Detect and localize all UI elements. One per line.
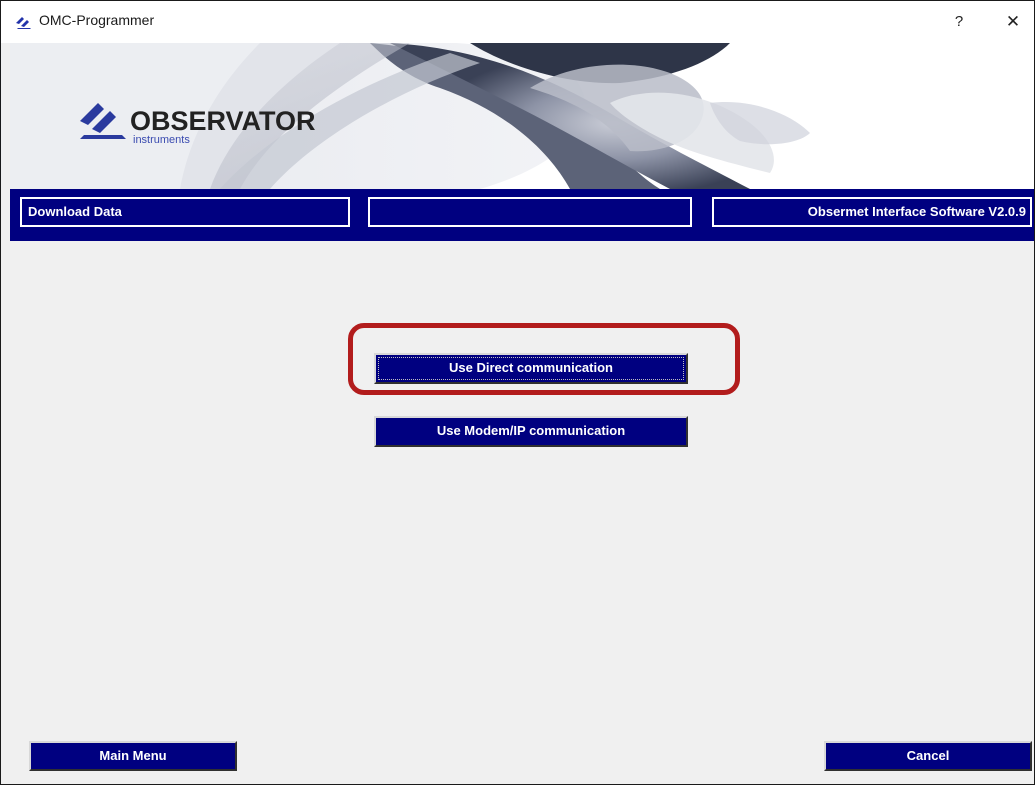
observator-logo-text: OBSERVATOR — [130, 106, 316, 136]
header-banner: OBSERVATOR instruments — [10, 43, 1034, 189]
close-button[interactable]: ✕ — [1000, 10, 1026, 34]
section-title-box: Download Data — [20, 197, 350, 227]
use-modem-ip-communication-button[interactable]: Use Modem/IP communication — [374, 416, 688, 447]
instruments-logo-subtext: instruments — [133, 134, 190, 146]
software-version-box: Obsermet Interface Software V2.0.9 — [712, 197, 1032, 227]
main-menu-button[interactable]: Main Menu — [29, 741, 237, 771]
banner-graphic: OBSERVATOR instruments — [10, 43, 1034, 189]
status-box — [368, 197, 692, 227]
help-button[interactable]: ? — [947, 11, 971, 33]
cancel-button[interactable]: Cancel — [824, 741, 1032, 771]
section-bar: Download Data Obsermet Interface Softwar… — [10, 189, 1034, 241]
window-title: OMC-Programmer — [39, 12, 155, 28]
omc-programmer-window: OMC-Programmer ? ✕ OBSERVATOR instrument… — [0, 0, 1035, 785]
use-direct-communication-button[interactable]: Use Direct communication — [374, 353, 688, 384]
title-bar: OMC-Programmer ? ✕ — [1, 1, 1034, 43]
observator-app-icon — [16, 17, 31, 29]
